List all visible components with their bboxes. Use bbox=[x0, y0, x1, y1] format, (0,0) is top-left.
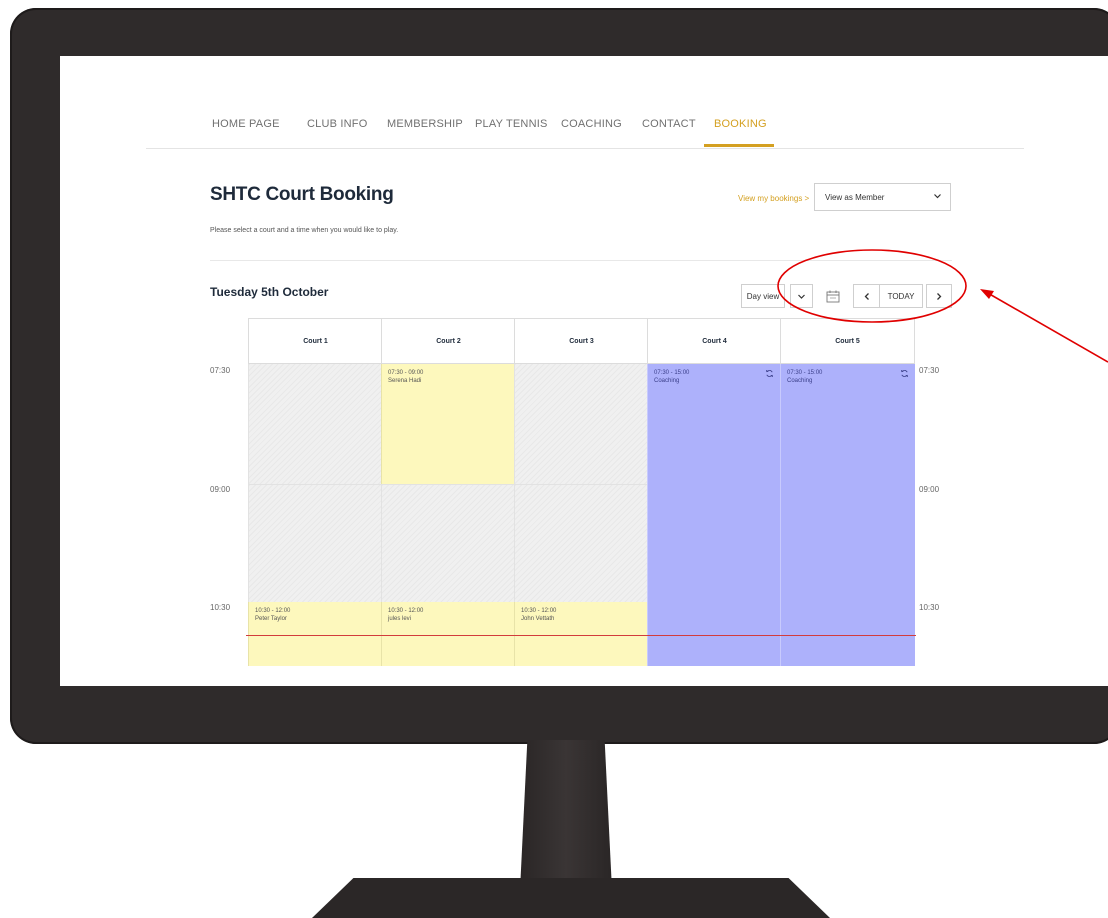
nav-coaching[interactable]: COACHING bbox=[561, 118, 622, 130]
court-header-5: Court 5 bbox=[780, 318, 915, 364]
nav-home-page[interactable]: HOME PAGE bbox=[212, 118, 280, 130]
booking-name: jules levi bbox=[388, 616, 412, 622]
today-label: TODAY bbox=[887, 291, 915, 301]
page-title: SHTC Court Booking bbox=[210, 184, 394, 205]
booking-card[interactable]: 10:30 - 12:00 John Vettath bbox=[514, 602, 647, 666]
empty-slot[interactable] bbox=[514, 364, 647, 484]
day-view-select[interactable]: Day view bbox=[741, 284, 785, 308]
time-label: 07:30 bbox=[210, 366, 231, 375]
section-divider bbox=[210, 260, 952, 261]
court-header-2: Court 2 bbox=[381, 318, 515, 364]
booking-name: Serena Hadi bbox=[388, 378, 422, 384]
calendar-picker-button[interactable] bbox=[818, 284, 848, 308]
page-subtitle: Please select a court and a time when yo… bbox=[210, 227, 399, 234]
current-time-indicator bbox=[246, 635, 916, 636]
empty-slot[interactable] bbox=[514, 484, 647, 602]
booking-time: 10:30 - 12:00 bbox=[521, 608, 557, 614]
booking-card[interactable]: 10:30 - 12:00 jules levi bbox=[381, 602, 514, 666]
booking-time: 07:30 - 15:00 bbox=[787, 370, 823, 376]
nav-contact[interactable]: CONTACT bbox=[642, 118, 696, 130]
court-header-4: Court 4 bbox=[647, 318, 781, 364]
chevron-left-icon bbox=[863, 292, 871, 301]
booking-card-coaching[interactable]: 07:30 - 15:00 Coaching bbox=[780, 364, 915, 666]
time-label: 10:30 bbox=[919, 603, 940, 612]
time-label: 10:30 bbox=[210, 603, 231, 612]
empty-slot[interactable] bbox=[381, 484, 514, 602]
court-header-1: Court 1 bbox=[248, 318, 382, 364]
time-label: 09:00 bbox=[210, 485, 231, 494]
calendar-icon bbox=[826, 290, 840, 303]
booking-name: Peter Taylor bbox=[255, 616, 287, 622]
booking-card[interactable]: 07:30 - 09:00 Serena Hadi bbox=[381, 364, 514, 484]
booking-name: Coaching bbox=[787, 378, 813, 384]
previous-day-button[interactable] bbox=[853, 284, 880, 308]
empty-slot[interactable] bbox=[248, 364, 381, 484]
time-label: 09:00 bbox=[919, 485, 940, 494]
booking-card[interactable]: 10:30 - 12:00 Peter Taylor bbox=[248, 602, 381, 666]
recurring-icon bbox=[900, 369, 909, 381]
booking-time: 10:30 - 12:00 bbox=[255, 608, 291, 614]
today-button[interactable]: TODAY bbox=[879, 284, 923, 308]
main-nav: HOME PAGE CLUB INFO MEMBERSHIP PLAY TENN… bbox=[146, 56, 1024, 149]
next-day-button[interactable] bbox=[926, 284, 952, 308]
booking-time: 07:30 - 15:00 bbox=[654, 370, 690, 376]
monitor-stand-neck bbox=[520, 740, 612, 890]
chevron-down-icon bbox=[933, 190, 942, 205]
court-calendar: Court 1 Court 2 Court 3 Court 4 Court 5 … bbox=[246, 318, 916, 686]
chevron-right-icon bbox=[935, 292, 943, 301]
court-header-3: Court 3 bbox=[514, 318, 648, 364]
booking-time: 10:30 - 12:00 bbox=[388, 608, 424, 614]
view-my-bookings-link[interactable]: View my bookings > bbox=[738, 194, 809, 203]
nav-membership[interactable]: MEMBERSHIP bbox=[387, 118, 463, 130]
browser-viewport: HOME PAGE CLUB INFO MEMBERSHIP PLAY TENN… bbox=[60, 56, 1108, 686]
nav-booking[interactable]: BOOKING bbox=[714, 118, 767, 130]
recurring-icon bbox=[765, 369, 774, 381]
day-view-label: Day view bbox=[746, 291, 780, 301]
booking-name: John Vettath bbox=[521, 616, 555, 622]
booking-name: Coaching bbox=[654, 378, 680, 384]
time-label: 07:30 bbox=[919, 366, 940, 375]
empty-slot[interactable] bbox=[248, 484, 381, 602]
active-nav-indicator bbox=[704, 144, 774, 147]
view-dropdown-button[interactable] bbox=[790, 284, 813, 308]
view-as-select[interactable]: View as Member bbox=[814, 183, 951, 211]
booking-card-coaching[interactable]: 07:30 - 15:00 Coaching bbox=[647, 364, 780, 666]
monitor-stand-base bbox=[312, 878, 830, 918]
nav-play-tennis[interactable]: PLAY TENNIS bbox=[475, 118, 548, 130]
current-date: Tuesday 5th October bbox=[210, 285, 329, 299]
chevron-down-icon bbox=[797, 292, 806, 301]
booking-time: 07:30 - 09:00 bbox=[388, 370, 424, 376]
view-as-value: View as Member bbox=[825, 193, 885, 202]
nav-club-info[interactable]: CLUB INFO bbox=[307, 118, 367, 130]
monitor-bezel: HOME PAGE CLUB INFO MEMBERSHIP PLAY TENN… bbox=[10, 8, 1108, 744]
